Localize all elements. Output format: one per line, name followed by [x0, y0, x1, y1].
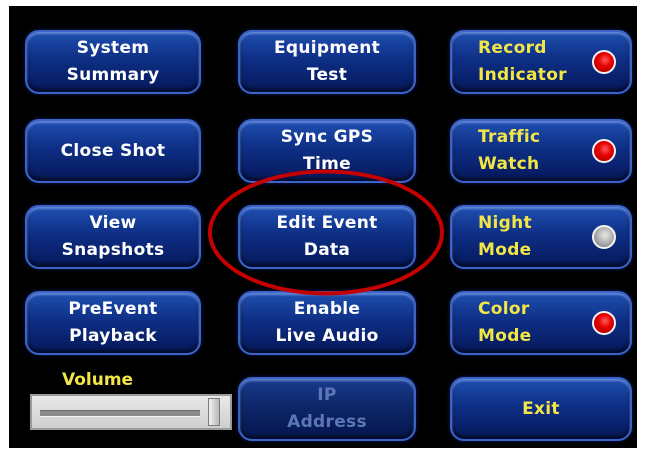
traffic-watch-button[interactable]: Traffic Watch [450, 119, 632, 183]
system-summary-label: System Summary [66, 38, 160, 85]
ip-address-label: IP Address [287, 385, 367, 432]
enable-live-audio-button[interactable]: Enable Live Audio [238, 291, 416, 355]
record-indicator-led-icon [592, 50, 616, 74]
volume-slider[interactable] [30, 394, 232, 430]
volume-slider-track [40, 410, 200, 417]
preevent-playback-button[interactable]: PreEvent Playback [25, 291, 201, 355]
volume-label: Volume [62, 370, 134, 390]
exit-label: Exit [522, 398, 560, 419]
view-snapshots-button[interactable]: View Snapshots [25, 205, 201, 269]
traffic-watch-led-icon [592, 139, 616, 163]
exit-button[interactable]: Exit [450, 377, 632, 441]
night-mode-button[interactable]: Night Mode [450, 205, 632, 269]
color-mode-label: Color Mode [478, 299, 532, 346]
equipment-test-button[interactable]: Equipment Test [238, 30, 416, 94]
view-snapshots-label: View Snapshots [61, 213, 165, 260]
color-mode-button[interactable]: Color Mode [450, 291, 632, 355]
close-shot-label: Close Shot [60, 140, 166, 161]
night-mode-led-icon [592, 225, 616, 249]
record-indicator-button[interactable]: Record Indicator [450, 30, 632, 94]
night-mode-label: Night Mode [478, 213, 532, 260]
system-summary-button[interactable]: System Summary [25, 30, 201, 94]
traffic-watch-label: Traffic Watch [478, 127, 541, 174]
volume-slider-thumb[interactable] [208, 398, 220, 426]
edit-event-data-button[interactable]: Edit Event Data [238, 205, 416, 269]
enable-live-audio-label: Enable Live Audio [275, 299, 379, 346]
edit-event-data-label: Edit Event Data [276, 213, 378, 260]
sync-gps-time-button[interactable]: Sync GPS Time [238, 119, 416, 183]
ip-address-button[interactable]: IP Address [238, 377, 416, 441]
close-shot-button[interactable]: Close Shot [25, 119, 201, 183]
sync-gps-time-label: Sync GPS Time [280, 127, 374, 174]
color-mode-led-icon [592, 311, 616, 335]
equipment-test-label: Equipment Test [273, 38, 381, 85]
preevent-playback-label: PreEvent Playback [68, 299, 158, 346]
record-indicator-label: Record Indicator [478, 38, 567, 85]
